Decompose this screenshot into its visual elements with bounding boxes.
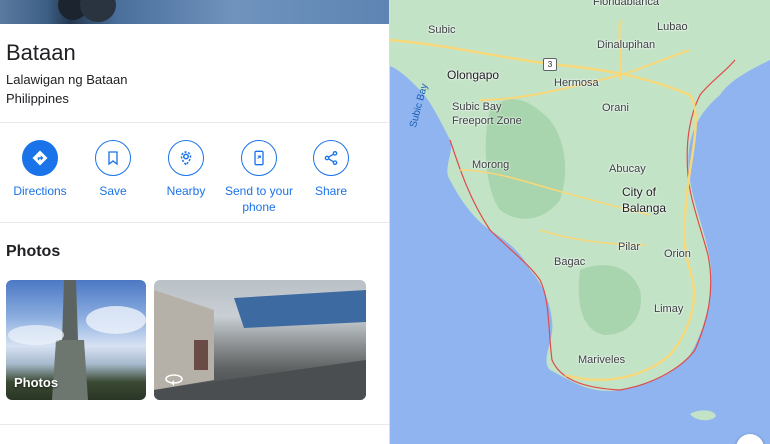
share-label: Share bbox=[314, 184, 348, 198]
directions-icon bbox=[22, 140, 58, 176]
map-canvas[interactable]: Floridablanca Subic Lubao Dinalupihan Ol… bbox=[390, 0, 770, 444]
map-graphic bbox=[390, 0, 770, 421]
map-label-olongapo: Olongapo bbox=[447, 68, 500, 82]
photo-thumbnail[interactable]: Photos bbox=[6, 280, 146, 400]
hero-photo-shape bbox=[80, 0, 116, 22]
map-label-city-of-balanga: City of Balanga bbox=[622, 185, 667, 215]
place-panel: Bataan Lalawigan ng Bataan Philippines D… bbox=[0, 0, 390, 444]
map-label-pilar: Pilar bbox=[618, 241, 641, 253]
map-label-dinalupihan: Dinalupihan bbox=[597, 39, 656, 51]
map-label-floridablanca: Floridablanca bbox=[593, 0, 660, 8]
map-label-orani: Orani bbox=[602, 102, 629, 114]
map-label-morong: Morong bbox=[472, 159, 510, 171]
map-label-orion: Orion bbox=[664, 248, 691, 260]
divider bbox=[0, 122, 389, 123]
action-bar: Directions Save Nearby Send to your phon… bbox=[0, 140, 389, 220]
share-button[interactable]: Share bbox=[291, 140, 371, 199]
place-region: Lalawigan ng Bataan bbox=[6, 72, 128, 87]
360-view-icon bbox=[164, 373, 184, 392]
map-label-abucay: Abucay bbox=[609, 163, 646, 175]
directions-label: Directions bbox=[13, 184, 67, 198]
share-icon bbox=[313, 140, 349, 176]
map-label-hermosa: Hermosa bbox=[554, 77, 599, 89]
send-to-phone-label: Send to your phone bbox=[224, 184, 294, 214]
send-to-phone-icon bbox=[241, 140, 277, 176]
map-label-bagac: Bagac bbox=[554, 256, 586, 268]
photos-heading: Photos bbox=[6, 243, 61, 260]
place-country: Philippines bbox=[6, 91, 69, 106]
map-label-mariveles: Mariveles bbox=[578, 354, 626, 366]
photos-label: Photos bbox=[14, 375, 59, 390]
send-to-phone-button[interactable]: Send to your phone bbox=[219, 140, 299, 215]
nearby-label: Nearby bbox=[166, 184, 206, 198]
map-label-subic: Subic bbox=[428, 24, 456, 36]
save-label: Save bbox=[99, 184, 127, 198]
divider bbox=[0, 222, 389, 223]
divider bbox=[0, 424, 389, 425]
save-button[interactable]: Save bbox=[73, 140, 153, 199]
place-title: Bataan bbox=[6, 40, 76, 65]
hero-photo[interactable] bbox=[0, 0, 389, 24]
street-view-image bbox=[154, 290, 366, 400]
nearby-button[interactable]: Nearby bbox=[146, 140, 226, 199]
map-label-limay: Limay bbox=[654, 303, 684, 315]
nearby-icon bbox=[168, 140, 204, 176]
map-label-lubao: Lubao bbox=[657, 21, 688, 33]
bookmark-icon bbox=[95, 140, 131, 176]
street-view-thumbnail[interactable] bbox=[154, 280, 366, 400]
directions-button[interactable]: Directions bbox=[0, 140, 80, 199]
map-label-subic-bay-freeport: Subic Bay Freeport Zone bbox=[452, 101, 522, 127]
road-shield: 3 bbox=[543, 58, 557, 71]
